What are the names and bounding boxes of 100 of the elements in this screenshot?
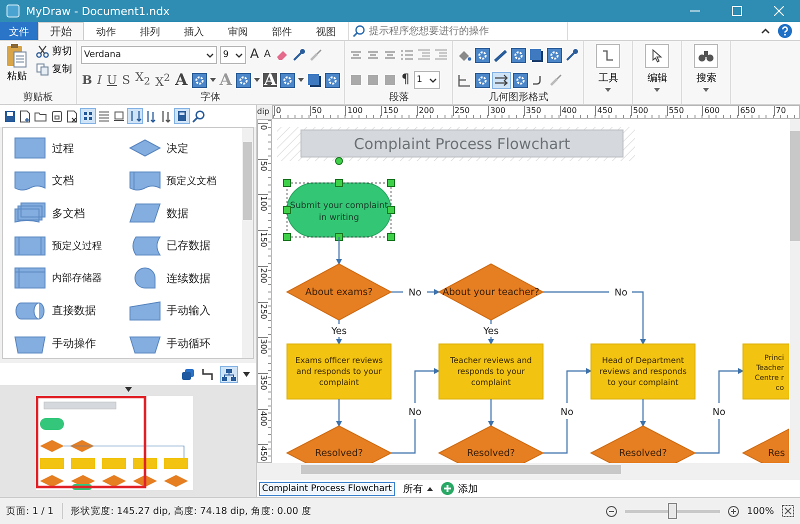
decision-shape[interactable] xyxy=(286,263,392,321)
shape-item[interactable]: 文档 xyxy=(13,164,128,197)
pen-icon[interactable] xyxy=(493,48,508,62)
caret-icon[interactable] xyxy=(210,78,216,82)
indent-icon[interactable] xyxy=(417,48,432,62)
arrows-icon[interactable] xyxy=(493,72,510,88)
binoculars-icon[interactable] xyxy=(694,44,718,68)
brush-icon[interactable] xyxy=(308,48,323,62)
gear-icon[interactable] xyxy=(547,48,562,62)
shape-item[interactable]: 连续数据 xyxy=(128,262,242,294)
ribbon-dropdown-button[interactable]: 工具 xyxy=(590,44,626,92)
plus-icon[interactable] xyxy=(440,482,454,495)
caret-icon[interactable] xyxy=(206,52,214,58)
minimap-drawing[interactable] xyxy=(36,396,192,490)
shape-icon[interactable] xyxy=(181,368,195,380)
close-icon[interactable] xyxy=(774,6,784,16)
shape-icon[interactable] xyxy=(128,201,162,226)
folder-icon[interactable] xyxy=(34,110,48,122)
shape-icon[interactable] xyxy=(13,168,47,193)
shape-item[interactable]: 手动循环 xyxy=(128,327,242,358)
shape-icon[interactable] xyxy=(128,168,162,193)
connector-icon[interactable] xyxy=(457,72,472,88)
process-shape[interactable] xyxy=(742,344,789,400)
caret-icon[interactable] xyxy=(254,78,260,82)
shape-item[interactable]: 预定义文档 xyxy=(128,164,242,197)
format-button[interactable]: X$^{2}$ xyxy=(154,72,172,88)
cut-button[interactable]: 剪切 xyxy=(36,43,72,59)
font-family-field[interactable]: Verdana xyxy=(81,46,217,64)
paragraph-mark-button[interactable]: ¶ xyxy=(400,73,411,87)
shadow-icon[interactable] xyxy=(307,72,322,88)
shape-icon[interactable] xyxy=(128,298,162,323)
shape-item[interactable]: 手动输入 xyxy=(128,294,242,327)
grid-view-icon[interactable] xyxy=(81,109,95,123)
eyedropper-icon[interactable] xyxy=(292,48,306,62)
close-file-icon[interactable] xyxy=(66,110,78,122)
gear-icon[interactable] xyxy=(280,72,296,88)
clipboard-icon[interactable] xyxy=(6,43,28,69)
caret-icon[interactable] xyxy=(428,78,437,82)
eyedropper-icon[interactable] xyxy=(565,48,580,62)
format-button[interactable]: B xyxy=(81,73,94,87)
shape-item[interactable]: 直接数据 xyxy=(13,294,128,327)
gear-icon[interactable] xyxy=(236,72,251,88)
save-icon[interactable] xyxy=(4,110,16,122)
slider-thumb[interactable] xyxy=(668,503,678,519)
caret-icon[interactable] xyxy=(243,372,250,376)
scissors-icon[interactable] xyxy=(36,44,49,58)
caret-icon[interactable] xyxy=(235,52,243,58)
help-icon[interactable] xyxy=(778,24,792,38)
paste-button[interactable]: 粘贴 xyxy=(4,43,30,91)
shape-item[interactable]: 已存数据 xyxy=(128,230,242,262)
ribbon-dropdown-button[interactable]: 编辑 xyxy=(639,44,676,92)
scrollbar[interactable] xyxy=(242,128,253,358)
text-style-button[interactable]: A xyxy=(174,73,189,87)
connector-icon[interactable] xyxy=(596,44,620,68)
gear-icon[interactable] xyxy=(192,72,207,88)
shape-icon[interactable] xyxy=(13,201,47,226)
monitor-icon[interactable] xyxy=(113,110,125,122)
ribbon-tab[interactable]: 开始 xyxy=(38,22,84,40)
process-shape[interactable] xyxy=(438,344,544,400)
ribbon-tab[interactable]: 排列 xyxy=(128,22,172,40)
format-button[interactable]: U xyxy=(106,73,118,87)
ribbon-tab[interactable]: 视图 xyxy=(304,22,348,40)
indent-icon[interactable] xyxy=(434,48,448,62)
cursor-icon[interactable] xyxy=(645,44,670,68)
zoom-out-icon[interactable] xyxy=(606,506,617,516)
sort-icon[interactable] xyxy=(128,109,142,123)
text-style-button[interactable]: A xyxy=(262,73,278,87)
font-size-field[interactable]: 9 xyxy=(220,46,246,64)
start-shape[interactable] xyxy=(286,182,392,238)
ribbon-tab[interactable]: 部件 xyxy=(260,22,304,40)
indent-level-field[interactable]: 1 xyxy=(414,71,440,89)
format-button[interactable]: I xyxy=(96,73,103,87)
shape-item[interactable]: 决定 xyxy=(128,132,242,164)
list-view-icon[interactable] xyxy=(98,110,110,122)
caret-icon[interactable] xyxy=(605,88,612,92)
ribbon-dropdown-button[interactable]: 搜索 xyxy=(688,44,724,92)
eraser-icon[interactable] xyxy=(274,48,289,62)
list-icon[interactable] xyxy=(400,48,414,62)
ribbon-tab[interactable]: 审阅 xyxy=(216,22,260,40)
caret-icon[interactable] xyxy=(654,88,660,92)
grow-font-button[interactable]: A xyxy=(249,48,260,62)
selection-handles[interactable] xyxy=(283,157,395,241)
copy-icon[interactable] xyxy=(36,62,49,76)
shape-icon[interactable] xyxy=(13,234,47,258)
caret-icon[interactable] xyxy=(124,387,132,392)
save-icon[interactable] xyxy=(51,110,63,122)
org-chart-icon[interactable] xyxy=(221,366,237,382)
decision-shape[interactable] xyxy=(438,263,544,321)
format-button[interactable]: S xyxy=(121,73,132,87)
shape-item[interactable]: 预定义过程 xyxy=(13,230,128,262)
format-button[interactable]: X$_{2}$ xyxy=(134,70,152,90)
caret-icon[interactable] xyxy=(298,78,304,82)
shape-item[interactable]: 过程 xyxy=(13,132,128,164)
connector-arrow[interactable] xyxy=(391,289,440,295)
shape-item[interactable]: 手动操作 xyxy=(13,327,128,358)
maximize-icon[interactable] xyxy=(732,6,742,16)
sheet-tab[interactable]: Complaint Process Flowchart xyxy=(259,482,395,496)
collapse-icon[interactable] xyxy=(761,28,770,34)
shape-icon[interactable] xyxy=(13,136,47,160)
search-icon[interactable] xyxy=(192,110,205,122)
